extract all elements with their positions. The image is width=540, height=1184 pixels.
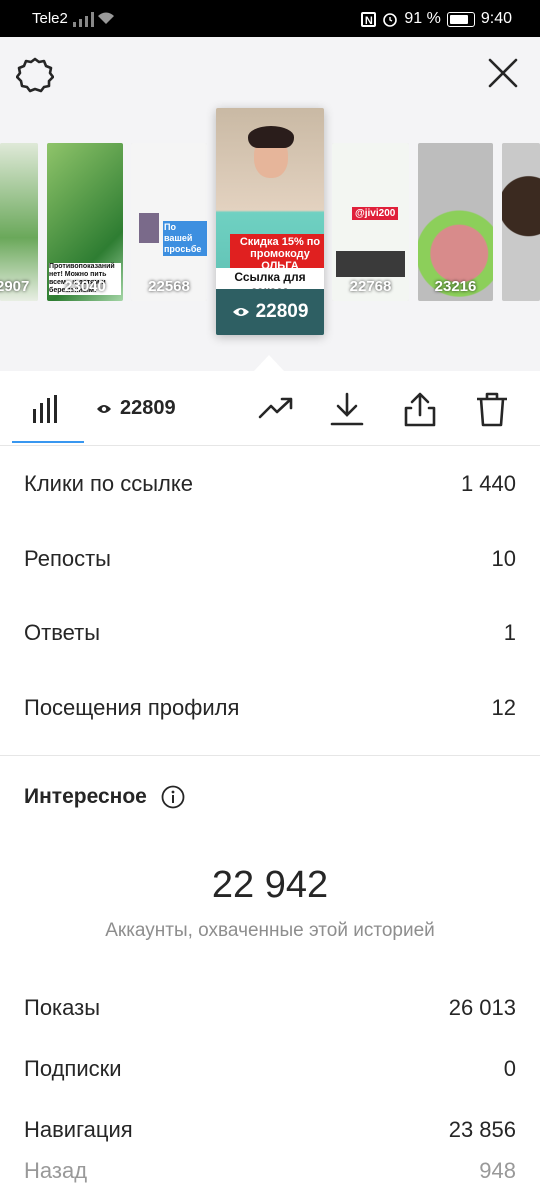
active-tab-indicator bbox=[12, 441, 84, 443]
wifi-icon bbox=[98, 12, 114, 24]
viewers-count: 22809 bbox=[120, 397, 176, 419]
metric-value: 26 013 bbox=[448, 995, 516, 1020]
story-thumbnail[interactable]: По вашей просьбе 22568 bbox=[131, 143, 207, 301]
trending-icon[interactable] bbox=[258, 391, 294, 427]
trash-icon[interactable] bbox=[474, 391, 510, 427]
story-views: 23216 bbox=[434, 278, 477, 295]
story-caption: @jivi200 bbox=[352, 207, 399, 220]
story-thumbnail[interactable] bbox=[502, 143, 540, 301]
metric-back: Назад 948 bbox=[24, 1158, 516, 1184]
metric-link-clicks: Клики по ссылке 1 440 bbox=[24, 471, 516, 497]
battery-icon bbox=[446, 11, 475, 27]
battery-percent: 91 % bbox=[404, 10, 441, 27]
story-views: 23040 bbox=[64, 278, 106, 295]
metric-value: 12 bbox=[491, 695, 516, 720]
download-icon[interactable] bbox=[329, 391, 365, 427]
metric-label: Назад bbox=[24, 1158, 88, 1183]
nfc-icon: N bbox=[361, 11, 377, 27]
metric-label: Показы bbox=[24, 995, 101, 1020]
story-thumbnail[interactable]: 2907 bbox=[0, 143, 38, 301]
selected-story-views: 22809 bbox=[216, 289, 324, 335]
share-icon[interactable] bbox=[402, 391, 438, 427]
status-bar: Tele2 N 91 % 9:40 bbox=[0, 0, 540, 37]
tab-viewers[interactable]: 22809 bbox=[96, 397, 176, 420]
metric-value: 948 bbox=[479, 1158, 516, 1183]
story-thumbnail-selected[interactable]: Скидка 15% по промокоду ОЛЬГА Ссылка для… bbox=[216, 108, 324, 335]
alarm-icon bbox=[383, 13, 398, 27]
eye-icon bbox=[232, 308, 249, 316]
eye-icon bbox=[97, 404, 111, 413]
metric-label: Ответы bbox=[24, 620, 101, 645]
metric-value: 10 bbox=[491, 546, 516, 571]
story-views: 22768 bbox=[349, 278, 392, 295]
info-icon[interactable] bbox=[161, 785, 185, 809]
carrier-label: Tele2 bbox=[32, 10, 68, 27]
selection-pointer bbox=[254, 355, 284, 371]
metric-value: 0 bbox=[503, 1056, 516, 1081]
metric-replies: Ответы 1 bbox=[24, 620, 516, 646]
signal-icon bbox=[73, 12, 94, 27]
metric-shares: Репосты 10 bbox=[24, 546, 516, 572]
section-divider bbox=[0, 755, 540, 756]
section-title-discovery: Интересное bbox=[24, 785, 185, 809]
reach-value: 22 942 bbox=[211, 864, 329, 906]
story-caption: По вашей просьбе bbox=[163, 221, 207, 256]
metric-value: 23 856 bbox=[448, 1117, 516, 1142]
clock-time: 9:40 bbox=[480, 10, 512, 27]
section-title-text: Интересное bbox=[24, 785, 147, 808]
metric-label: Посещения профиля bbox=[24, 695, 240, 720]
story-views: 2907 bbox=[0, 278, 30, 295]
metric-label: Навигация bbox=[24, 1117, 133, 1142]
story-tab-bar: 22809 bbox=[0, 371, 540, 446]
story-views: 22568 bbox=[148, 278, 190, 295]
metric-profile-visits: Посещения профиля 12 bbox=[24, 695, 516, 721]
story-thumbnail[interactable]: Противопоказаний нет! Можно пить всем - … bbox=[47, 143, 123, 301]
selected-views-count: 22809 bbox=[255, 301, 309, 322]
bar-chart-icon[interactable] bbox=[30, 395, 62, 423]
metric-navigation: Навигация 23 856 bbox=[24, 1117, 516, 1143]
metric-impressions: Показы 26 013 bbox=[24, 995, 516, 1021]
metric-follows: Подписки 0 bbox=[24, 1056, 516, 1082]
story-thumbnail[interactable]: 23216 bbox=[418, 143, 493, 301]
metric-value: 1 bbox=[503, 620, 516, 645]
close-icon[interactable] bbox=[486, 56, 520, 90]
gear-icon[interactable] bbox=[16, 56, 54, 94]
reach-caption: Аккаунты, охваченные этой историей bbox=[105, 920, 435, 941]
metric-label: Клики по ссылке bbox=[24, 471, 193, 496]
metric-value: 1 440 bbox=[460, 471, 516, 496]
metric-label: Репосты bbox=[24, 546, 111, 571]
story-thumbnail[interactable]: @jivi200 22768 bbox=[332, 143, 409, 301]
metric-label: Подписки bbox=[24, 1056, 122, 1081]
